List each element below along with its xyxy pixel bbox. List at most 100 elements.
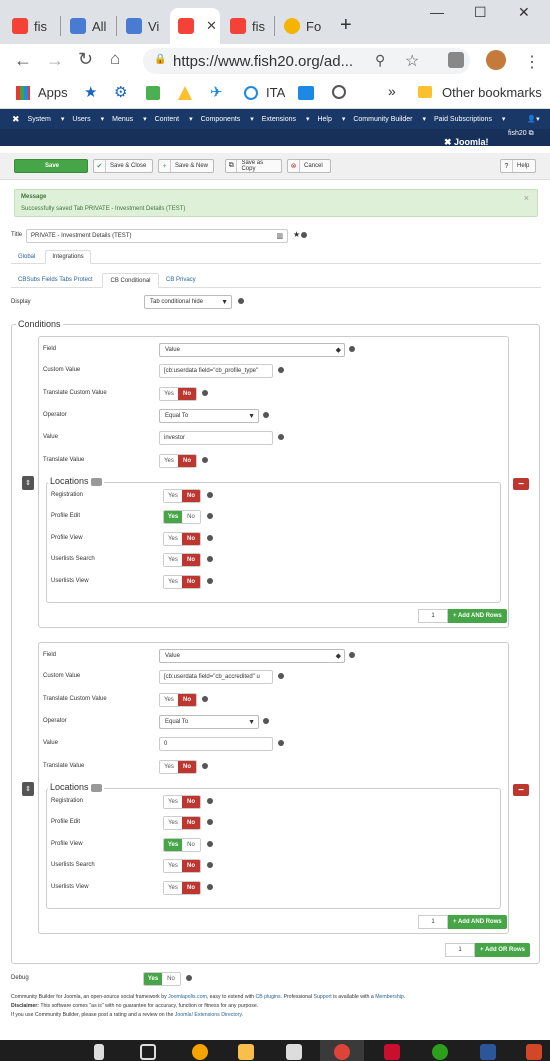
nav-components[interactable]: Components ▾ <box>201 115 254 123</box>
location-toggle[interactable]: Yes No <box>163 510 201 525</box>
user-menu-icon[interactable]: 👤▾ <box>527 115 539 123</box>
collapse-toggle-icon[interactable] <box>90 783 102 792</box>
calendar-icon[interactable] <box>298 86 314 100</box>
translate_custom-toggle[interactable]: Yes No <box>159 693 197 707</box>
title-input[interactable]: PRIVATE - Investment Details (TEST) ▥ <box>26 229 288 243</box>
nav-help[interactable]: Help ▾ <box>317 115 345 123</box>
remove-condition-button[interactable]: − <box>513 784 529 796</box>
app-icon[interactable] <box>192 1044 208 1060</box>
add-and-rows-button[interactable]: + Add AND Rows <box>448 915 507 929</box>
support-link[interactable]: Support <box>313 994 331 1000</box>
nav-users[interactable]: Users ▾ <box>72 115 104 123</box>
location-toggle[interactable]: Yes No <box>163 489 201 503</box>
location-toggle[interactable]: Yes No <box>163 531 201 546</box>
browser-tab[interactable]: fis <box>222 8 272 44</box>
translate_value-toggle[interactable]: Yes No <box>159 454 197 468</box>
value-input[interactable]: 0 <box>159 737 273 751</box>
add-and-rows-button[interactable]: + Add AND Rows <box>448 609 507 623</box>
browser-tab-active[interactable]: ✕ <box>170 8 220 44</box>
task-view-icon[interactable] <box>140 1044 156 1060</box>
close-window-button[interactable]: ✕ <box>518 4 530 21</box>
location-toggle[interactable]: Yes No <box>163 859 201 874</box>
save-new-button[interactable]: + Save & New <box>158 159 214 173</box>
help-button[interactable]: ? Help <box>500 159 536 173</box>
url-bar[interactable]: 🔒 https://www.fish20.org/ad... ⚲ ☆ <box>143 48 470 74</box>
plane-icon[interactable]: ✈ <box>210 83 223 101</box>
nav-system[interactable]: System ▾ <box>28 115 65 123</box>
file-explorer-icon[interactable] <box>238 1044 254 1060</box>
bookmark-star-icon[interactable]: ☆ <box>405 51 419 71</box>
home-icon[interactable]: ⌂ <box>110 49 120 69</box>
remove-condition-button[interactable]: − <box>513 478 529 490</box>
save-close-button[interactable]: ✔ Save & Close <box>93 159 153 173</box>
quickbooks-icon[interactable] <box>432 1044 448 1060</box>
cb-plugins-link[interactable]: CB plugins <box>256 994 281 1000</box>
nav-community-builder[interactable]: Community Builder ▾ <box>353 115 426 123</box>
forward-icon[interactable]: → <box>46 50 64 71</box>
location-toggle[interactable]: Yes No <box>163 816 201 831</box>
nav-content[interactable]: Content ▾ <box>155 115 193 123</box>
nav-extensions[interactable]: Extensions ▾ <box>262 115 310 123</box>
apps-link[interactable]: Apps <box>38 85 68 100</box>
close-icon[interactable]: × <box>524 193 529 203</box>
maps-icon[interactable] <box>146 86 160 100</box>
other-bookmarks-link[interactable]: Other bookmarks <box>442 85 542 100</box>
tab-cb-conditional[interactable]: CB Conditional <box>102 273 159 288</box>
gear-bookmark-icon[interactable]: ⚙ <box>114 83 127 101</box>
location-toggle[interactable]: Yes No <box>163 553 201 568</box>
browser-tab[interactable]: fis <box>4 8 56 44</box>
nav-paid-subscriptions[interactable]: Paid Subscriptions ▾ <box>434 115 505 123</box>
search-icon[interactable] <box>94 1044 104 1060</box>
apps-grid-icon[interactable] <box>16 86 30 100</box>
ita-link[interactable]: ITA <box>266 85 285 100</box>
browser-tab[interactable]: All <box>62 8 114 44</box>
browser-tab[interactable]: Vi <box>118 8 168 44</box>
browser-tab[interactable]: Fo <box>276 8 326 44</box>
pdf-icon[interactable] <box>384 1044 400 1060</box>
debug-toggle[interactable]: Yes No <box>143 972 181 986</box>
joomlapolis-link[interactable]: Joomlapolis.com <box>168 994 207 1000</box>
menu-icon[interactable]: ⋮ <box>524 52 540 72</box>
ita-icon[interactable] <box>244 86 258 100</box>
value-input[interactable]: investor <box>159 431 273 445</box>
drag-handle-icon[interactable]: ⇕ <box>22 476 34 490</box>
location-toggle[interactable]: Yes No <box>163 837 201 852</box>
translate_custom-toggle[interactable]: Yes No <box>159 387 197 401</box>
new-tab-button[interactable]: + <box>340 14 352 37</box>
field-select[interactable]: Value ◆ <box>159 649 345 663</box>
custom-value-input[interactable]: [cb:userdata field="cb_profile_type" <box>159 364 273 378</box>
add-or-rows-button[interactable]: + Add OR Rows <box>475 943 530 957</box>
cancel-button[interactable]: ⊗ Cancel <box>287 159 331 173</box>
drag-handle-icon[interactable]: ⇕ <box>22 782 34 796</box>
word-icon[interactable] <box>480 1044 496 1060</box>
minimize-button[interactable]: — <box>430 4 444 20</box>
location-toggle[interactable]: Yes No <box>163 574 201 589</box>
back-icon[interactable]: ← <box>14 50 32 71</box>
and-rows-count-input[interactable]: 1 <box>418 609 448 623</box>
close-tab-icon[interactable]: ✕ <box>206 18 217 34</box>
operator-select[interactable]: Equal To ▼ <box>159 715 259 729</box>
membership-link[interactable]: Membership <box>375 994 404 1000</box>
or-rows-count-input[interactable]: 1 <box>445 943 475 957</box>
powerpoint-icon[interactable] <box>526 1044 542 1060</box>
extension-icon[interactable] <box>448 52 464 68</box>
avatar[interactable] <box>486 50 506 70</box>
maximize-button[interactable]: ☐ <box>474 4 487 21</box>
operator-select[interactable]: Equal To ▼ <box>159 409 259 423</box>
location-toggle[interactable]: Yes No <box>163 795 201 809</box>
zoom-icon[interactable]: ⚲ <box>375 52 385 69</box>
drive-icon[interactable] <box>178 86 192 100</box>
tab-cbsubs-protect[interactable]: CBSubs Fields Tabs Protect <box>18 277 93 283</box>
tab-global[interactable]: Global <box>18 254 35 260</box>
star-bookmark-icon[interactable]: ★ <box>84 83 97 101</box>
collapse-toggle-icon[interactable] <box>90 477 102 486</box>
location-toggle[interactable]: Yes No <box>163 880 201 895</box>
tab-cb-privacy[interactable]: CB Privacy <box>166 277 196 283</box>
display-select[interactable]: Tab conditional hide ▼ <box>144 295 232 309</box>
translate_value-toggle[interactable]: Yes No <box>159 760 197 774</box>
nav-menus[interactable]: Menus ▾ <box>112 115 146 123</box>
more-bookmarks-icon[interactable]: » <box>388 83 396 99</box>
jed-link[interactable]: Joomla! Extensions Directory <box>175 1012 242 1018</box>
save-copy-button[interactable]: ⧉ Save as Copy <box>225 159 282 173</box>
save-button[interactable]: Save <box>14 159 88 173</box>
